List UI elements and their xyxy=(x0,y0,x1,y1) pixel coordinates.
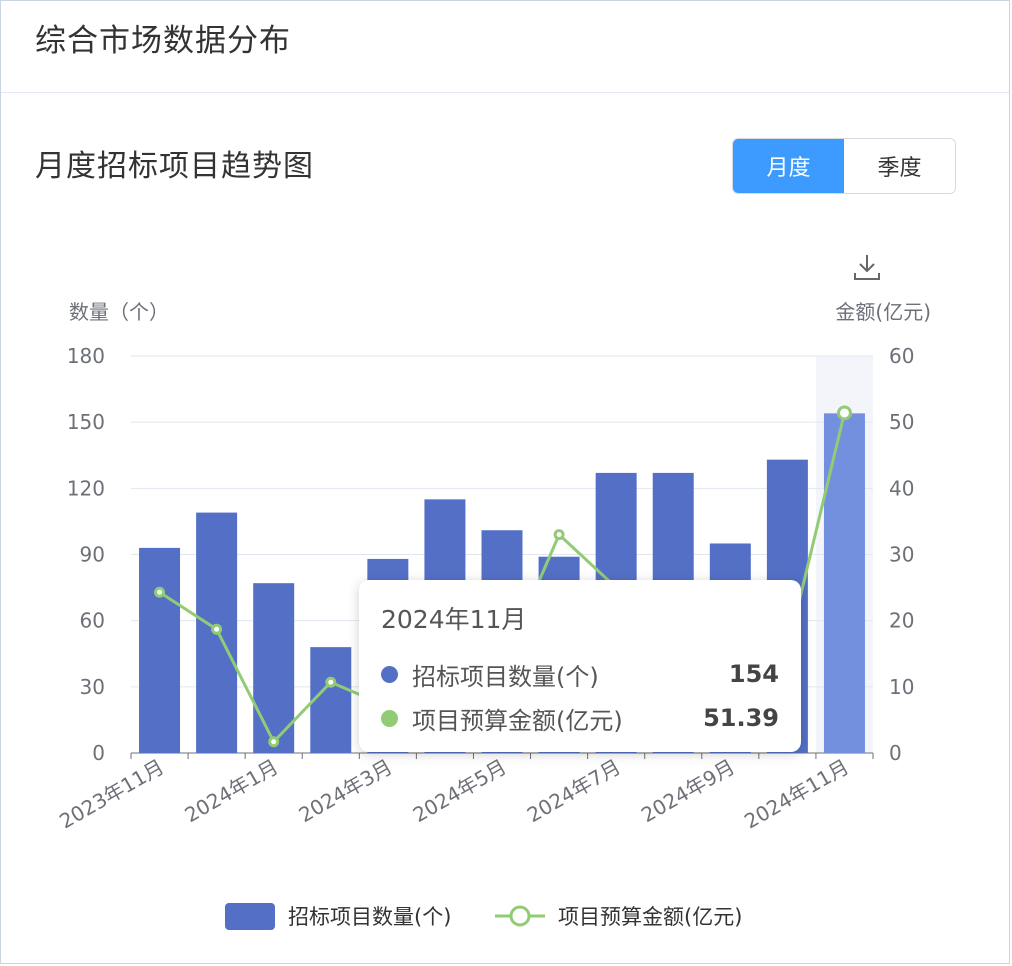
line-point xyxy=(154,586,166,598)
y2-tick-label: 50 xyxy=(889,410,914,434)
y-axis-title: 数量（个） xyxy=(69,300,169,324)
line-point xyxy=(553,529,565,541)
chart-tooltip: 2024年11月 招标项目数量(个) 154 项目预算金额(亿元) 51.39 xyxy=(359,580,801,752)
trend-chart: 0 30 60 90 120 150 180 0 10 20 30 40 50 60 数量（个） 金额(亿元)… xyxy=(55,300,931,930)
y-tick-label: 0 xyxy=(92,741,105,765)
tooltip-row-value: 154 xyxy=(728,660,779,688)
y2-tick-label: 60 xyxy=(889,344,914,368)
tooltip-row-value: 51.39 xyxy=(703,704,779,732)
legend-line-marker xyxy=(509,905,531,927)
x-tick-label: 2024年5月 xyxy=(409,755,511,828)
x-tick-label: 2024年1月 xyxy=(180,755,282,828)
y2-axis-title: 金额(亿元) xyxy=(835,300,931,324)
tooltip-row-budget: 项目预算金额(亿元) 51.39 xyxy=(381,696,779,740)
x-tick-label: 2024年7月 xyxy=(523,755,625,828)
download-icon[interactable] xyxy=(851,251,883,283)
tooltip-line-marker xyxy=(381,709,398,727)
y2-tick-label: 30 xyxy=(889,543,914,567)
bar xyxy=(139,547,181,753)
legend-bar-label: 招标项目数量(个) xyxy=(288,905,451,929)
y2-tick-label: 10 xyxy=(889,675,914,699)
y-tick-label: 60 xyxy=(80,609,105,633)
x-tick-label: 2024年9月 xyxy=(637,755,739,828)
x-tick-label: 2024年11月 xyxy=(740,755,853,834)
y-tick-label: 150 xyxy=(67,410,105,434)
legend-line-label: 项目预算金额(亿元) xyxy=(558,905,742,929)
market-data-card: 综合市场数据分布 月度招标项目趋势图 月度 季度 0 30 60 90 120 150 18… xyxy=(0,0,1010,964)
x-tick-label: 2024年3月 xyxy=(295,755,397,828)
y-tick-label: 120 xyxy=(67,476,105,500)
line-point xyxy=(268,736,280,748)
y-tick-label: 180 xyxy=(67,344,105,368)
tooltip-row-label: 招标项目数量(个) xyxy=(412,662,599,691)
tooltip-bar-marker xyxy=(381,665,398,683)
x-tick-label: 2023年11月 xyxy=(55,755,168,834)
y-tick-label: 30 xyxy=(80,675,105,699)
tooltip-row-label: 项目预算金额(亿元) xyxy=(412,706,623,735)
line-point xyxy=(211,623,223,635)
y2-tick-label: 20 xyxy=(889,609,914,633)
bar xyxy=(823,413,865,753)
line-point xyxy=(325,676,337,688)
y-tick-label: 90 xyxy=(80,543,105,567)
legend-bar-swatch xyxy=(225,903,275,930)
bar xyxy=(310,647,352,753)
y2-tick-label: 40 xyxy=(889,476,914,500)
line-point xyxy=(836,405,852,421)
tooltip-row-count: 招标项目数量(个) 154 xyxy=(381,652,779,696)
y2-tick-label: 0 xyxy=(889,741,902,765)
tooltip-title: 2024年11月 xyxy=(381,605,527,634)
